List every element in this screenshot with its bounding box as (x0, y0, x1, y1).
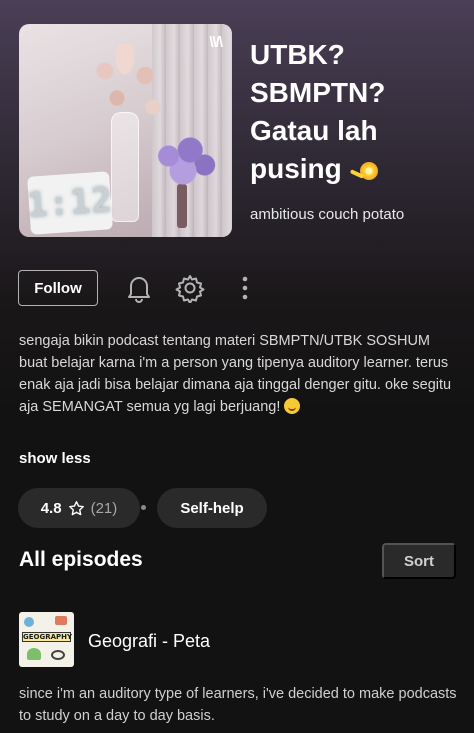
cover-digital-clock: 1:12 (26, 171, 114, 235)
rating-value: 4.8 (40, 499, 62, 517)
bell-icon[interactable] (124, 272, 154, 304)
dizzy-emoji-icon (350, 158, 382, 184)
episode-title[interactable]: Geografi - Peta (88, 631, 210, 652)
map-doodle-icon (55, 616, 67, 625)
episode-description: since i'm an auditory type of learners, … (19, 686, 457, 724)
rating-count: (21) (90, 499, 118, 517)
rating-pill[interactable]: 4.8 (21) (18, 488, 140, 528)
smiling-face-emoji-icon (284, 398, 301, 414)
episode-thumbnail-label: GEOGRAPHY (22, 632, 73, 642)
cover-purple-flowers (147, 132, 219, 192)
globe-doodle-icon (24, 617, 34, 627)
episode-thumbnail[interactable]: GEOGRAPHY (19, 612, 74, 667)
genre-pill[interactable]: Self-help (157, 488, 267, 528)
cover-logo: \\/\ (209, 34, 223, 51)
show-less-link[interactable]: show less (19, 450, 91, 467)
star-outline-icon (68, 500, 84, 515)
podcast-cover-art: 1:12 \\/\ (19, 24, 232, 237)
separator-dot (141, 505, 146, 510)
more-vertical-icon[interactable] (230, 272, 260, 304)
podcast-title: UTBK? SBMPTN? Gatau lah pusing (250, 36, 460, 188)
gear-icon[interactable] (175, 272, 205, 304)
sort-button[interactable]: Sort (382, 543, 456, 579)
podcast-description: sengaja bikin podcast tentang materi SBM… (19, 330, 459, 418)
all-episodes-heading: All episodes (19, 548, 143, 571)
mountain-doodle-icon (27, 648, 41, 660)
podcast-author[interactable]: ambitious couch potato (250, 206, 404, 223)
follow-button[interactable]: Follow (18, 270, 98, 306)
podcast-description-text: sengaja bikin podcast tentang materi SBM… (19, 333, 452, 415)
compass-doodle-icon (51, 650, 65, 660)
cover-vase (111, 112, 139, 222)
